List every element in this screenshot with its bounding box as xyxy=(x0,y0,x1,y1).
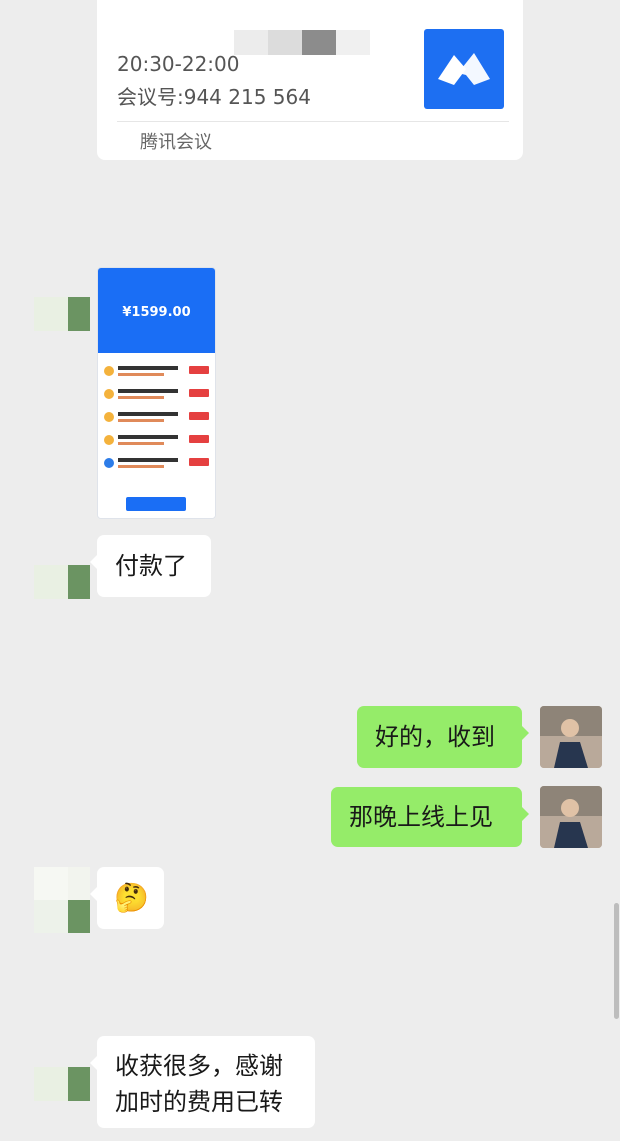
message-text: 付款了 xyxy=(115,552,187,580)
message-text: 好的，收到 xyxy=(375,723,495,751)
avatar[interactable] xyxy=(34,297,90,331)
self-avatar[interactable] xyxy=(540,786,602,848)
message-text-line: 收获很多，感谢 xyxy=(115,1052,283,1080)
card-source-label: 腾讯会议 xyxy=(140,132,212,153)
payment-screenshot-image[interactable]: ¥1599.00 xyxy=(97,267,216,519)
screenshot-amount: ¥1599.00 xyxy=(122,305,191,320)
message-bubble-self[interactable]: 好的，收到 xyxy=(357,706,529,768)
screenshot-pay-button xyxy=(126,497,186,511)
redacted-title-mosaic xyxy=(234,30,434,55)
message-text: 那晚上线上见 xyxy=(349,803,493,831)
message-bubble-self[interactable]: 那晚上线上见 xyxy=(331,787,529,847)
scrollbar[interactable] xyxy=(614,903,619,1019)
message-bubble[interactable]: 付款了 xyxy=(90,535,211,597)
avatar[interactable] xyxy=(34,1067,90,1101)
avatar[interactable] xyxy=(34,867,90,933)
meeting-time: 20:30-22:00 xyxy=(117,52,240,76)
thinking-emoji-icon: 🤔 xyxy=(114,881,149,914)
self-avatar[interactable] xyxy=(540,706,602,768)
message-text-line: 加时的费用已转 xyxy=(115,1088,283,1116)
meeting-share-card[interactable]: 20:30-22:00 会议号:944 215 564 腾讯会议 xyxy=(97,0,523,160)
card-divider xyxy=(117,121,509,122)
message-bubble[interactable]: 收获很多，感谢 加时的费用已转 xyxy=(90,1036,315,1128)
message-bubble[interactable]: 🤔 xyxy=(90,867,164,929)
tencent-meeting-logo-icon xyxy=(424,29,504,109)
avatar[interactable] xyxy=(34,565,90,599)
meeting-id: 会议号:944 215 564 xyxy=(117,85,311,109)
